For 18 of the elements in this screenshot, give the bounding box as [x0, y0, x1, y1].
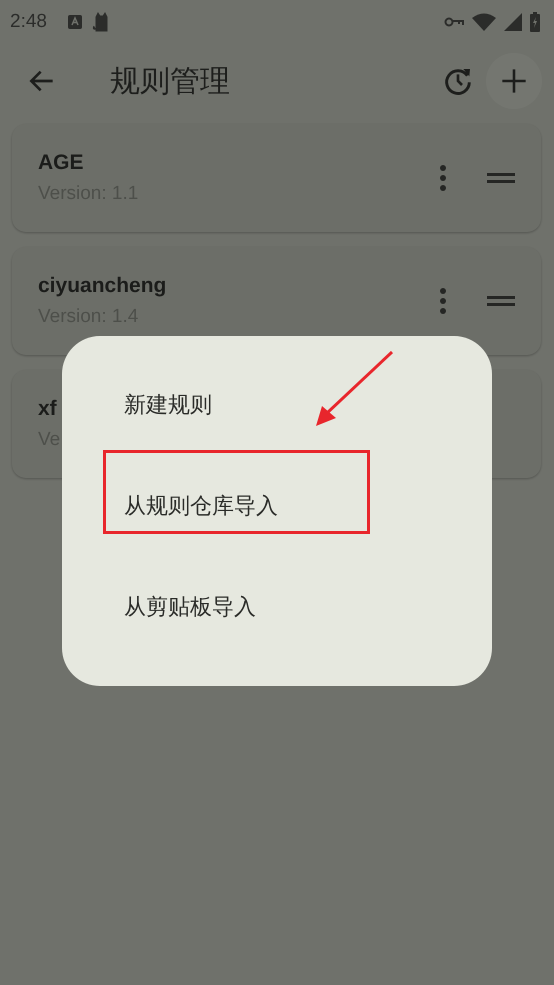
- battery-icon: [530, 12, 540, 32]
- menu-option[interactable]: 从剪贴板导入: [124, 587, 256, 627]
- menu-option[interactable]: 新建规则: [124, 385, 212, 425]
- page-title: 规则管理: [110, 62, 231, 100]
- status-time: 2:48: [10, 11, 47, 33]
- drag-handle-icon[interactable]: [487, 294, 515, 308]
- wifi-icon: [472, 13, 496, 31]
- rule-name: xf: [38, 397, 57, 421]
- menu-option[interactable]: 从规则仓库导入: [124, 486, 278, 526]
- key-icon: [444, 16, 464, 28]
- rule-name: ciyuancheng: [38, 274, 166, 298]
- plus-icon: [500, 67, 528, 95]
- signal-icon: [504, 13, 522, 31]
- more-icon[interactable]: [437, 287, 449, 315]
- keyboard-icon: [66, 14, 83, 30]
- rule-name: AGE: [38, 151, 84, 175]
- more-icon[interactable]: [437, 164, 449, 192]
- drag-handle-icon[interactable]: [487, 171, 515, 185]
